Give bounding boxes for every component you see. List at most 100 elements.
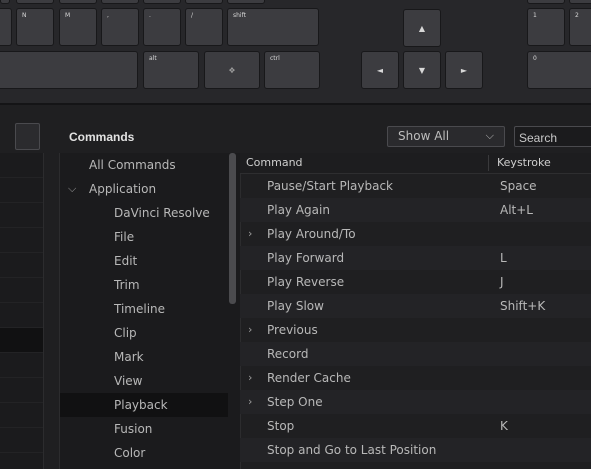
list-item[interactable] xyxy=(0,153,43,178)
chevron-right-icon[interactable]: › xyxy=(248,318,252,342)
list-item[interactable] xyxy=(0,278,43,303)
key-partial[interactable] xyxy=(569,0,591,4)
arrow-down-key[interactable]: ▼ xyxy=(403,51,441,89)
keystroke-value[interactable]: L xyxy=(500,246,507,270)
keystroke-value[interactable]: K xyxy=(500,414,508,438)
keystroke-value[interactable]: Space xyxy=(500,174,537,198)
list-item[interactable] xyxy=(0,253,43,278)
numpad-0-key[interactable]: 0 xyxy=(527,51,591,89)
list-item[interactable] xyxy=(0,428,43,453)
key-partial[interactable] xyxy=(101,0,139,4)
category-item[interactable]: Color xyxy=(60,441,228,465)
category-label: All Commands xyxy=(89,158,176,172)
key-period[interactable]: . xyxy=(143,8,181,46)
command-name: Play Around/To xyxy=(267,227,356,241)
left-list xyxy=(0,153,44,469)
key-m[interactable]: M xyxy=(59,8,97,46)
category-item[interactable]: File xyxy=(60,225,228,249)
category-item[interactable]: Trim xyxy=(60,273,228,297)
filter-dropdown[interactable]: Show All ⌵ xyxy=(387,126,505,147)
category-item[interactable]: ⌵ Application xyxy=(60,177,228,201)
key-partial[interactable] xyxy=(527,0,565,4)
command-table: Command Keystroke Pause/Start Playback Sp… xyxy=(240,153,591,469)
list-item[interactable] xyxy=(0,303,43,328)
key[interactable] xyxy=(0,8,12,46)
list-item[interactable] xyxy=(0,378,43,403)
key-partial[interactable] xyxy=(16,0,54,4)
category-item[interactable]: Fusion xyxy=(60,417,228,441)
chevron-right-icon[interactable]: › xyxy=(248,390,252,414)
table-row[interactable]: Play Slow Shift+K xyxy=(240,294,591,318)
key-super[interactable]: ❖ xyxy=(204,51,260,89)
arrow-left-key[interactable]: ◄ xyxy=(361,51,399,89)
table-row[interactable]: Play Reverse J xyxy=(240,270,591,294)
chevron-right-icon[interactable]: › xyxy=(248,366,252,390)
table-row[interactable]: Record xyxy=(240,342,591,366)
key-partial[interactable] xyxy=(59,0,97,4)
category-item[interactable]: View xyxy=(60,369,228,393)
chevron-right-icon[interactable]: › xyxy=(248,222,252,246)
command-name: Stop xyxy=(267,419,295,433)
command-name: Record xyxy=(267,347,309,361)
command-name: Play Forward xyxy=(267,251,345,265)
commands-panel: Commands Show All ⌵ All Commands ⌵ Applica… xyxy=(0,105,591,469)
key-space[interactable] xyxy=(0,51,138,89)
keystroke-value[interactable]: Shift+K xyxy=(500,294,545,318)
key-n[interactable]: N xyxy=(16,8,54,46)
category-item[interactable]: Timeline xyxy=(60,297,228,321)
arrow-right-key[interactable]: ► xyxy=(445,51,483,89)
arrow-up-key[interactable]: ▲ xyxy=(403,9,441,47)
list-item[interactable] xyxy=(0,403,43,428)
table-row[interactable]: › Step One xyxy=(240,390,591,414)
category-label: File xyxy=(114,230,135,244)
numpad-2-key[interactable]: 2 xyxy=(569,8,591,46)
key-partial[interactable] xyxy=(143,0,181,4)
table-row[interactable]: Play Again Alt+L xyxy=(240,198,591,222)
command-name: Play Slow xyxy=(267,299,324,313)
list-item[interactable] xyxy=(0,228,43,253)
category-item[interactable]: Edit xyxy=(60,249,228,273)
table-row[interactable]: Stop K xyxy=(240,414,591,438)
table-row[interactable]: › Play Around/To xyxy=(240,222,591,246)
key-alt[interactable]: alt xyxy=(143,51,199,89)
search-input[interactable] xyxy=(514,126,591,147)
table-row[interactable]: › Render Cache xyxy=(240,366,591,390)
column-divider[interactable] xyxy=(488,155,489,171)
category-label: DaVinci Resolve xyxy=(114,206,210,220)
command-name: Render Cache xyxy=(267,371,351,385)
keystroke-value[interactable]: Alt+L xyxy=(500,198,533,222)
key-partial[interactable] xyxy=(185,0,223,4)
table-row[interactable]: Stop and Go to Last Position xyxy=(240,438,591,462)
command-name: Play Again xyxy=(267,203,330,217)
key-shift[interactable]: shift xyxy=(227,8,319,46)
list-item[interactable] xyxy=(0,353,43,378)
numpad-1-key[interactable]: 1 xyxy=(527,8,565,46)
category-label: Trim xyxy=(114,278,140,292)
key-ctrl[interactable]: ctrl xyxy=(264,51,320,89)
chevron-down-icon[interactable]: ⌵ xyxy=(68,177,76,201)
column-header-command[interactable]: Command xyxy=(246,156,303,169)
key-partial[interactable] xyxy=(0,0,10,4)
table-header: Command Keystroke xyxy=(240,153,591,174)
keystroke-value[interactable]: J xyxy=(500,270,504,294)
key-partial[interactable] xyxy=(227,0,265,4)
key-slash[interactable]: / xyxy=(185,8,223,46)
panel-button[interactable] xyxy=(15,123,40,150)
table-row[interactable]: › Previous xyxy=(240,318,591,342)
list-item[interactable] xyxy=(0,203,43,228)
table-row[interactable]: Play Forward L xyxy=(240,246,591,270)
category-label: Mark xyxy=(114,350,144,364)
key-comma[interactable]: , xyxy=(101,8,139,46)
category-item[interactable]: Mark xyxy=(60,345,228,369)
category-item[interactable]: Clip xyxy=(60,321,228,345)
column-header-keystroke[interactable]: Keystroke xyxy=(497,156,551,169)
list-item[interactable] xyxy=(0,178,43,203)
category-item[interactable]: DaVinci Resolve xyxy=(60,201,228,225)
list-item[interactable] xyxy=(0,328,43,353)
category-item[interactable]: Playback xyxy=(60,393,228,417)
category-item[interactable]: All Commands xyxy=(60,153,228,177)
table-row[interactable]: Pause/Start Playback Space xyxy=(240,174,591,198)
command-name: Previous xyxy=(267,323,318,337)
command-name: Play Reverse xyxy=(267,275,345,289)
scrollbar[interactable] xyxy=(229,153,236,304)
